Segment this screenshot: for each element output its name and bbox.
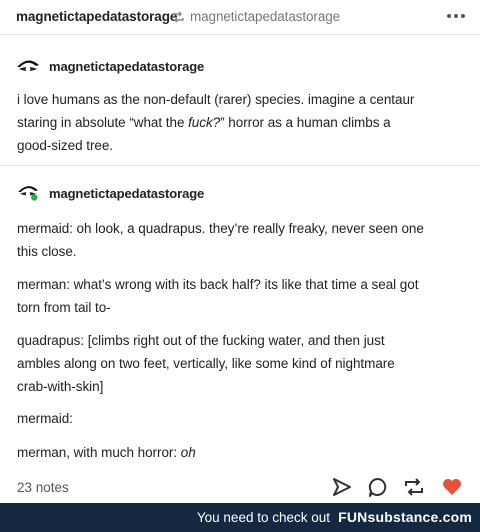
emphasis-text: oh: [180, 445, 196, 460]
post2-paragraph-4: mermaid:: [17, 411, 73, 426]
header-divider: [0, 34, 480, 35]
source-username[interactable]: magnetictapedatastorage: [190, 9, 340, 24]
post2-paragraph-1: mermaid: oh look, a quadrapus. they’re r…: [17, 221, 424, 259]
post2-paragraph-2: merman: what’s wrong with its back half?…: [17, 277, 419, 315]
post2-username[interactable]: magnetictapedatastorage: [49, 186, 204, 201]
notes-count[interactable]: 23 notes: [17, 480, 69, 495]
post1-username[interactable]: magnetictapedatastorage: [49, 59, 204, 74]
reblogger-username[interactable]: magnetictapedatastorage: [16, 9, 177, 24]
post2-paragraph-5: merman, with much horror: oh: [17, 445, 196, 460]
like-heart-icon[interactable]: [441, 476, 463, 498]
watermark-bar: You need to check out FUNsubstance.com: [0, 503, 480, 532]
eye-avatar-icon[interactable]: [16, 57, 40, 75]
emphasis-text: fuck?: [188, 115, 221, 130]
reblog-arrows-icon: [172, 11, 184, 23]
eye-avatar-icon[interactable]: [16, 183, 40, 201]
post1-line-1: i love humans as the non-default (rarer)…: [17, 92, 415, 107]
post1-body: i love humans as the non-default (rarer)…: [17, 88, 467, 157]
post1-line-3: good-sized tree.: [17, 138, 114, 153]
post2-paragraph-3: quadrapus: [climbs right out of the fuck…: [17, 333, 395, 394]
post-header: magnetictapedatastorage magnetictapedata…: [0, 0, 480, 34]
reblog-icon[interactable]: [403, 476, 425, 498]
reply-icon[interactable]: [367, 476, 389, 498]
share-icon[interactable]: [331, 476, 353, 498]
watermark-brand[interactable]: FUNsubstance.com: [338, 509, 472, 525]
watermark-text: You need to check out: [196, 510, 330, 525]
post1-line-2: staring in absolute “what the fuck?” hor…: [17, 115, 391, 130]
ellipsis-icon[interactable]: [447, 11, 465, 21]
post-divider: [0, 165, 480, 166]
